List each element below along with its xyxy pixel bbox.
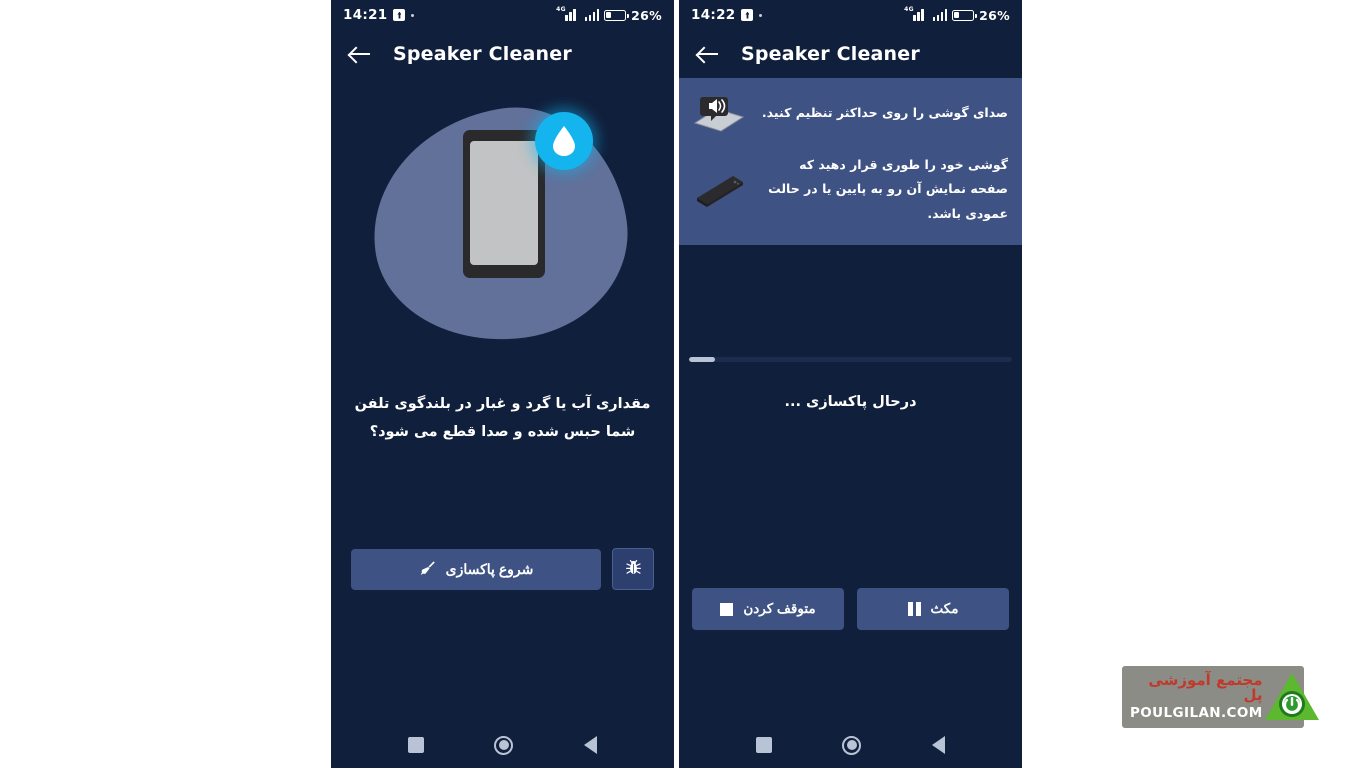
status-bar-left: 14:21	[343, 7, 415, 23]
signal-bars-icon-2	[584, 9, 600, 21]
triangle-back-icon[interactable]	[931, 736, 945, 754]
start-actions: شروع پاکسازی	[331, 548, 674, 590]
signal-bars-icon: 4G	[556, 7, 580, 21]
square-recents-icon[interactable]	[756, 737, 773, 753]
phone-screenshot-cleaning: 14:22 4G 26% Speaker Cleaner صدای گوشی ر…	[679, 0, 1022, 768]
cleaning-actions: متوقف کردن مکث	[679, 588, 1022, 630]
stop-square-icon	[720, 602, 734, 616]
triangle-back-icon[interactable]	[583, 736, 597, 754]
phone-illustration-screen	[470, 141, 538, 265]
network-type-label: 4G	[904, 6, 914, 13]
status-bar-right: 4G 26%	[904, 7, 1010, 23]
battery-percent-label: 26%	[631, 7, 662, 23]
start-cleaning-label: شروع پاکسازی	[445, 560, 534, 577]
power-button-triangle-logo	[1263, 671, 1321, 723]
stop-button[interactable]: متوقف کردن	[692, 588, 844, 630]
water-droplet-icon	[535, 112, 593, 170]
hero-illustration	[331, 92, 674, 382]
progress-bar[interactable]	[689, 357, 1012, 363]
back-arrow-icon[interactable]	[697, 43, 719, 65]
signal-bars-icon: 4G	[904, 7, 928, 21]
phone-speaker-volume-icon	[689, 91, 749, 135]
status-bar: 14:22 4G 26%	[679, 0, 1022, 30]
battery-icon	[952, 9, 977, 21]
status-time: 14:22	[691, 7, 736, 23]
circle-home-icon[interactable]	[842, 735, 862, 755]
download-icon	[741, 9, 754, 21]
start-cleaning-button[interactable]: شروع پاکسازی	[351, 548, 601, 590]
stop-button-label: متوقف کردن	[743, 601, 816, 616]
broom-icon	[419, 559, 437, 580]
pause-bars-icon	[908, 602, 921, 616]
progress-status-label: درحال پاکسازی ...	[784, 394, 917, 411]
page-title: Speaker Cleaner	[741, 43, 920, 65]
app-bar: Speaker Cleaner	[331, 30, 674, 78]
status-dot-icon	[759, 13, 763, 17]
bug-icon-button[interactable]	[612, 548, 654, 590]
page-title: Speaker Cleaner	[393, 43, 572, 65]
status-dot-icon	[411, 13, 415, 17]
square-recents-icon[interactable]	[408, 737, 425, 753]
progress-bar-fill	[689, 357, 715, 363]
status-bar-right: 4G 26%	[556, 7, 662, 23]
bug-icon	[623, 557, 644, 582]
status-bar-left: 14:22	[691, 7, 763, 23]
instruction-row: صدای گوشی را روی حداکثر تنظیم کنید.	[679, 82, 1022, 144]
android-nav-bar	[679, 722, 1022, 768]
watermark-domain-label: POULGILAN.COM	[1130, 705, 1263, 722]
phone-screenshot-start: 14:21 4G 26% Speaker Cleaner مقداری آب ی…	[331, 0, 674, 768]
phone-illustration	[463, 130, 545, 278]
pause-button[interactable]: مکث	[857, 588, 1009, 630]
battery-icon	[604, 9, 629, 21]
android-nav-bar	[331, 722, 674, 768]
instruction-text: گوشی خود را طوری قرار دهید که صفحه نمایش…	[768, 157, 1008, 221]
back-arrow-icon[interactable]	[349, 43, 371, 65]
signal-bars-icon-2	[932, 9, 948, 21]
watermark-texts: مجتمع آموزشی پل POULGILAN.COM	[1130, 673, 1263, 721]
instructions-card: صدای گوشی را روی حداکثر تنظیم کنید. گوشی…	[679, 78, 1022, 246]
phone-face-down-icon	[689, 168, 749, 212]
instruction-text: صدای گوشی را روی حداکثر تنظیم کنید.	[761, 104, 1008, 120]
progress-section: درحال پاکسازی ...	[679, 357, 1022, 410]
pause-button-label: مکث	[930, 601, 959, 616]
download-icon	[393, 9, 406, 21]
status-time: 14:21	[343, 7, 388, 23]
status-bar: 14:21 4G 26%	[331, 0, 674, 30]
app-bar: Speaker Cleaner	[679, 30, 1022, 78]
headline-text: مقداری آب یا گرد و غبار در بلندگوی تلفن …	[354, 396, 651, 441]
network-type-label: 4G	[556, 6, 566, 13]
watermark: مجتمع آموزشی پل POULGILAN.COM	[1122, 666, 1319, 728]
watermark-persian-label: مجتمع آموزشی پل	[1148, 671, 1263, 705]
circle-home-icon[interactable]	[494, 735, 514, 755]
instruction-row: گوشی خود را طوری قرار دهید که صفحه نمایش…	[679, 144, 1022, 235]
screenshot-stage: 14:21 4G 26% Speaker Cleaner مقداری آب ی…	[0, 0, 1366, 768]
battery-percent-label: 26%	[979, 7, 1010, 23]
